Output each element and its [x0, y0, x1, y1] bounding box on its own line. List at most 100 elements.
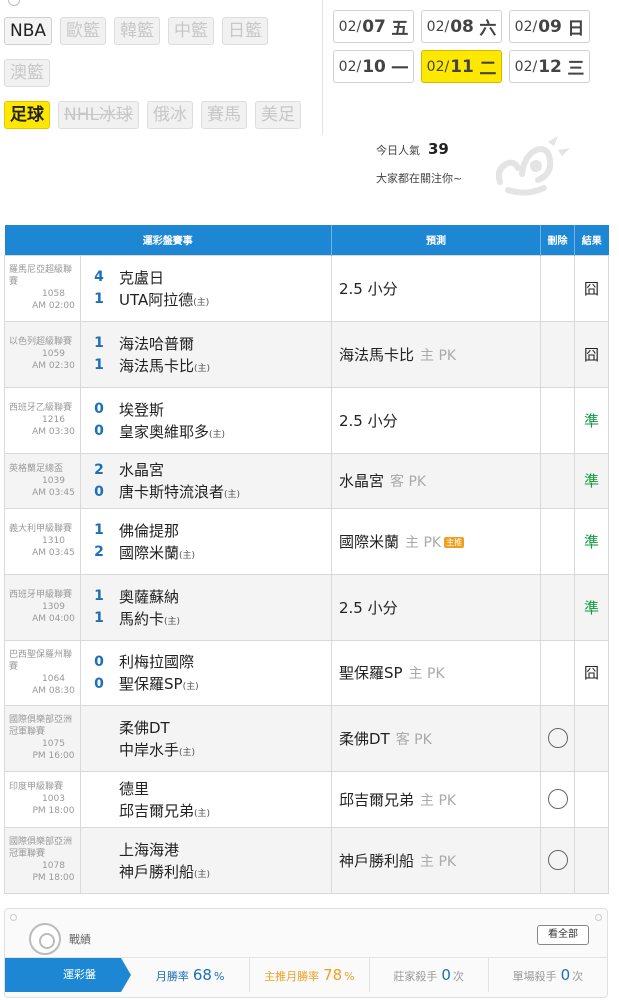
date-button[interactable]: 02/08 六 — [421, 10, 502, 43]
stat-month-winrate: 月勝率 68% — [121, 957, 251, 992]
date-button[interactable]: 02/12 三 — [509, 50, 590, 83]
league-cell: 西班牙乙級聯賽 1216 AM 03:30 — [4, 386, 81, 454]
league-name: 西班牙甲級聯賽 — [9, 590, 73, 600]
view-all-button[interactable]: 看全部 — [537, 925, 589, 945]
prediction-tag: 主 PK — [420, 792, 457, 809]
date-button[interactable]: 02/10 一 — [333, 50, 414, 83]
team-home: 皇家奧維耶多(主) — [119, 421, 225, 442]
team-away: 柔佛DT — [119, 718, 170, 737]
delete-cell — [540, 826, 575, 894]
header-result: 結果 — [574, 225, 609, 255]
sport-chip[interactable]: 歐籃 — [60, 17, 107, 45]
stat-single-killer: 單場殺手 0 次 — [489, 958, 607, 992]
date-day: 08 — [450, 16, 474, 37]
league-cell: 國際俱樂部亞洲冠軍聯賽 1078 PM 18:00 — [4, 826, 81, 894]
sport-chip[interactable]: NBA — [4, 17, 53, 45]
teams-cell: 4 克盧日 1 UTA阿拉德(主) — [80, 254, 332, 322]
prediction-text: 柔佛DT — [339, 729, 390, 748]
score-home: 0 — [94, 423, 104, 439]
sport-chip[interactable]: 澳籃 — [4, 59, 50, 87]
score-away: 4 — [94, 269, 104, 285]
stat-unit: % — [213, 969, 225, 983]
date-month: 02/ — [514, 58, 538, 75]
sport-chip[interactable]: 中籃 — [168, 17, 215, 45]
header-event: 運彩盤賽事 — [4, 225, 332, 255]
popularity-panel: 今日人氣 39 大家都在關注你~ — [376, 140, 462, 186]
sport-chip[interactable]: 足球 — [4, 101, 50, 129]
delete-circle-button[interactable] — [547, 789, 568, 810]
table-row: 西班牙甲級聯賽 1309 AM 04:00 1 奧薩蘇納 1 馬約卡(主) 2.5 小分 準 — [4, 573, 609, 641]
date-button[interactable]: 02/11 二 — [421, 50, 502, 83]
delete-cell — [540, 770, 575, 828]
team-away: 埃登斯 — [119, 400, 165, 419]
match-time: PM 18:00 — [32, 873, 75, 883]
league-name: 義大利甲級聯賽 — [9, 524, 73, 534]
prediction-cell: 邱吉爾兄弟主 PK — [331, 770, 541, 828]
team-away: 海法哈普爾 — [119, 334, 195, 353]
league-name: 巴西聖保羅州聯賽 — [9, 649, 73, 672]
stat-value: 78 — [323, 965, 343, 984]
table-row: 國際俱樂部亞洲冠軍聯賽 1075 PM 16:00 柔佛DT 中岸水手(主) 柔佛DT 客 … — [4, 704, 609, 772]
team-home: 國際米蘭(主) — [119, 542, 195, 563]
delete-cell — [540, 573, 575, 641]
sport-row-3: 足球 NHL冰球 俄冰 賽馬 美足 — [4, 100, 310, 130]
team-home-name: 神戶勝利船 — [119, 862, 195, 881]
sport-chip[interactable]: 俄冰 — [146, 101, 193, 129]
home-mark: (主) — [179, 550, 196, 561]
result-cell: 準 — [574, 452, 609, 509]
home-mark: (主) — [224, 490, 241, 500]
team-home-name: UTA阿拉德 — [119, 290, 194, 309]
delete-cell — [540, 254, 575, 322]
decor-circle — [8, 0, 20, 6]
tab-lottery[interactable]: 運彩盤 — [5, 957, 131, 992]
divider — [322, 0, 323, 135]
predictions-table: 運彩盤賽事 預測 刪除 結果 羅馬尼亞超級聯賽 1058 AM 02:00 4 克盧日 1… — [4, 225, 609, 894]
delete-cell — [540, 639, 575, 706]
league-cell: 以色列超級聯賽 1059 AM 02:30 — [4, 320, 81, 388]
record-title: 戰績 — [29, 923, 91, 955]
team-home-name: 馬約卡 — [119, 609, 165, 628]
teams-cell: 0 利梅拉國際 0 聖保羅SP(主) — [80, 639, 332, 706]
score-away: 1 — [94, 522, 104, 538]
stat-value: 68 — [192, 965, 212, 984]
score-away: 1 — [94, 335, 104, 351]
team-home: 神戶勝利船(主) — [119, 861, 210, 882]
match-time: AM 08:30 — [32, 685, 75, 696]
league-cell: 英格蘭足總盃 1039 AM 03:45 — [4, 452, 81, 509]
date-selector: 02/07 五 02/08 六 02/09 日 02/10 一 02/11 二 … — [333, 10, 617, 83]
delete-circle-button[interactable] — [547, 850, 568, 871]
date-month: 02/ — [426, 18, 450, 35]
stat-label: 主推月勝率 — [264, 969, 320, 983]
result-cell: 準 — [574, 573, 609, 641]
prediction-cell: 神戶勝利船主 PK — [331, 826, 541, 894]
stat-home-winrate: 主推月勝率 78% — [250, 957, 370, 992]
date-button[interactable]: 02/09 日 — [509, 10, 590, 43]
league-name: 英格蘭足總盃 — [9, 463, 64, 474]
stat-unit: 次 — [452, 969, 464, 983]
match-code: 1075 — [42, 739, 65, 749]
date-month: 02/ — [338, 18, 362, 35]
popularity-count: 39 — [428, 140, 449, 158]
prediction-tag: 主 PK — [405, 534, 442, 551]
match-time: AM 02:00 — [32, 301, 75, 311]
sport-chip[interactable]: 韓籃 — [114, 17, 161, 45]
table-row: 英格蘭足總盃 1039 AM 03:45 2 水晶宮 0 唐卡斯特流浪者(主) 水晶宮客 PK… — [4, 452, 609, 509]
date-button[interactable]: 02/07 五 — [333, 10, 414, 43]
home-mark: (主) — [209, 429, 226, 440]
sport-chip[interactable]: 美足 — [254, 101, 301, 129]
record-panel: 戰績 看全部 運彩盤 月勝率 68% 主推月勝率 78% 莊家殺手 0 次 單場殺手 0 次 — [4, 908, 608, 998]
teams-cell: 2 水晶宮 0 唐卡斯特流浪者(主) — [80, 452, 332, 509]
match-code: 1039 — [42, 475, 65, 486]
league-cell: 羅馬尼亞超級聯賽 1058 AM 02:00 — [4, 254, 81, 322]
home-mark: (主) — [179, 747, 196, 758]
prediction-tag: 客 PK — [390, 474, 427, 490]
result-cell: 囧 — [574, 639, 609, 706]
sport-chip[interactable]: 賽馬 — [200, 101, 247, 129]
header-delete: 刪除 — [540, 225, 575, 255]
sport-chip[interactable]: 日籃 — [222, 17, 269, 45]
sport-chip[interactable]: NHL冰球 — [58, 101, 139, 129]
delete-circle-button[interactable] — [547, 728, 568, 749]
date-day: 10 — [362, 56, 386, 77]
date-weekday: 五 — [391, 19, 409, 39]
match-code: 1310 — [42, 536, 65, 546]
